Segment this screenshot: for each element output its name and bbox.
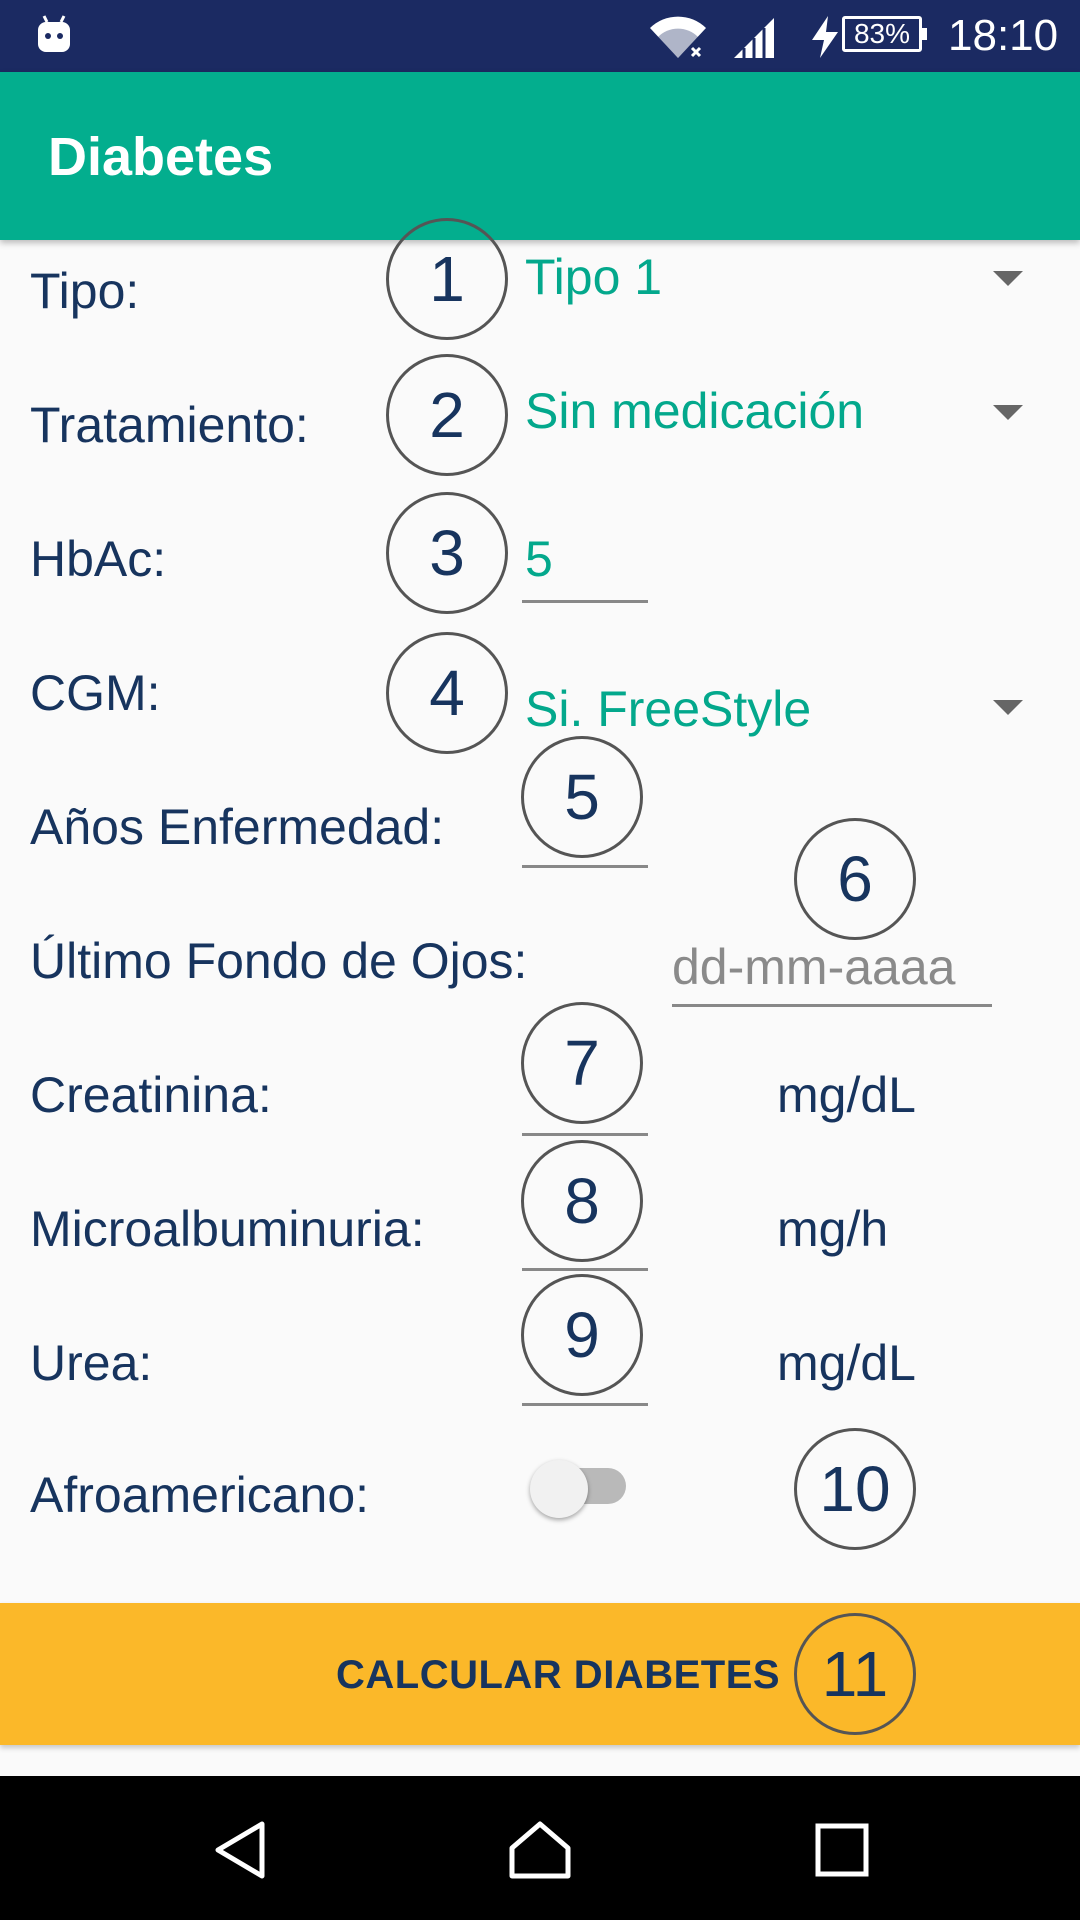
hbac-label: HbAc: [30,531,167,587]
battery-level: 83% [853,18,911,49]
creatinina-label: Creatinina: [30,1067,272,1123]
signal-icon [734,18,774,58]
callout-marker: 8 [521,1140,643,1262]
callout-marker: 4 [386,632,508,754]
microalbuminuria-input[interactable] [522,1268,648,1271]
hbac-input[interactable]: 5 [525,530,553,588]
callout-marker: 1 [386,218,508,340]
creatinina-unit: mg/dL [777,1067,916,1123]
fondo-ojos-label: Último Fondo de Ojos: [30,933,528,989]
callout-marker: 5 [521,736,643,858]
tratamiento-dropdown[interactable]: Sin medicación [525,382,864,440]
callout-marker: 2 [386,354,508,476]
urea-unit: mg/dL [777,1335,916,1391]
chevron-down-icon[interactable] [993,271,1023,286]
home-icon[interactable] [508,1820,572,1880]
hbac-input-underline [522,600,648,603]
android-icon [38,15,70,52]
urea-label: Urea: [30,1335,153,1391]
fondo-ojos-underline [672,1004,992,1007]
wifi-icon [650,16,706,59]
back-icon[interactable] [210,1820,270,1880]
cgm-label: CGM: [30,665,161,721]
clock: 18:10 [948,11,1059,60]
status-bar: 83% 18:10 [0,0,1080,72]
calcular-diabetes-button[interactable]: CALCULAR DIABETES [0,1603,1080,1745]
toggle-thumb[interactable] [530,1460,588,1518]
tipo-dropdown[interactable]: Tipo 1 [525,248,662,306]
tipo-label: Tipo: [30,263,140,319]
afroamericano-label: Afroamericano: [30,1467,370,1523]
callout-marker: 10 [794,1428,916,1550]
anos-enfermedad-label: Años Enfermedad: [30,799,445,855]
charging-bolt-icon [812,16,838,58]
tratamiento-label: Tratamiento: [30,397,309,453]
chevron-down-icon[interactable] [993,405,1023,420]
fondo-ojos-date-input[interactable]: dd-mm-aaaa [672,938,955,996]
callout-marker: 7 [521,1002,643,1124]
chevron-down-icon[interactable] [993,700,1023,715]
navigation-bar [0,1776,1080,1920]
microalbuminuria-label: Microalbuminuria: [30,1201,425,1257]
callout-marker: 6 [794,818,916,940]
battery-icon: 83% [842,16,927,52]
recents-icon[interactable] [814,1822,870,1878]
page-title: Diabetes [48,127,274,187]
app-bar: Diabetes [0,72,1080,240]
calcular-diabetes-label: CALCULAR DIABETES [336,1653,781,1697]
callout-marker: 11 [794,1613,916,1735]
cgm-dropdown[interactable]: Si. FreeStyle [525,680,811,738]
anos-enfermedad-underline [522,865,648,868]
urea-input[interactable] [522,1403,648,1406]
microalbuminuria-unit: mg/h [777,1201,889,1257]
callout-marker: 3 [386,492,508,614]
callout-marker: 9 [521,1274,643,1396]
creatinina-input[interactable] [522,1133,648,1136]
